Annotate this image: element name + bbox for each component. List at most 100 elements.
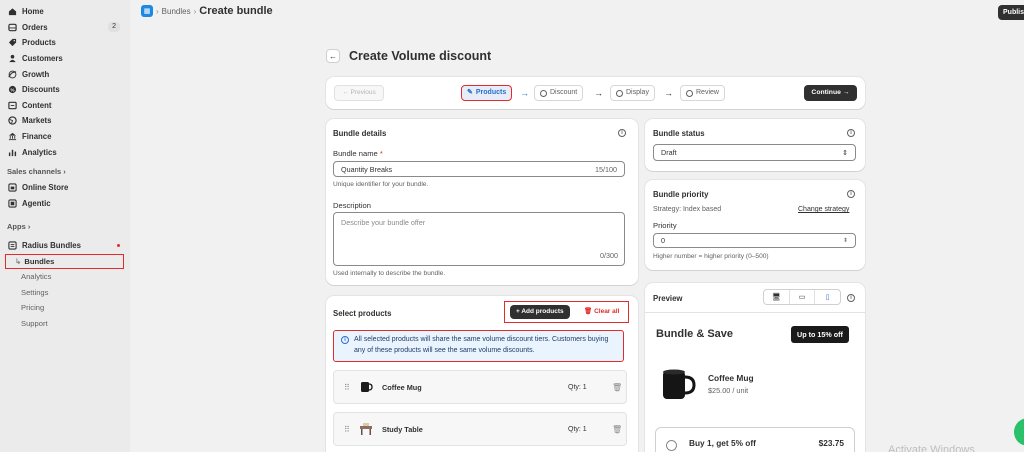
growth-icon xyxy=(7,69,17,79)
preview-product-price: $25.00 / unit xyxy=(708,386,749,395)
desktop-view-icon[interactable]: 🖥 xyxy=(764,290,790,304)
product-name: Coffee Mug xyxy=(382,382,422,392)
sidebar-item-online-store[interactable]: Online Store xyxy=(0,180,130,196)
description-help: Used internally to describe the bundle. xyxy=(333,270,446,277)
bundle-details-card: Bundle details i Bundle name * Quantity … xyxy=(326,119,638,285)
sidebar-item-radius-bundles[interactable]: Radius Bundles xyxy=(0,238,130,254)
publish-button[interactable]: Publis xyxy=(998,5,1024,20)
preview-discount-badge: Up to 15% off xyxy=(791,326,849,343)
stepper-arrows-icon[interactable]: ⬍ xyxy=(843,237,848,244)
sidebar-subitem-bundles[interactable]: ↳ Bundles xyxy=(5,253,124,269)
step-review[interactable]: Review xyxy=(680,85,725,101)
info-icon: i xyxy=(341,336,349,344)
sidebar-item-growth[interactable]: Growth xyxy=(0,66,130,82)
sidebar-item-discounts[interactable]: % Discounts xyxy=(0,82,130,98)
sidebar-item-content[interactable]: Content xyxy=(0,98,130,114)
apps-heading[interactable]: Apps › xyxy=(0,218,130,234)
step-arrow-icon: → xyxy=(520,88,529,98)
bundle-name-help: Unique identifier for your bundle. xyxy=(333,181,429,188)
radio-button[interactable] xyxy=(666,440,677,451)
chevron-right-icon: › xyxy=(63,167,66,177)
app-icon xyxy=(7,241,17,251)
sidebar-item-label: Analytics xyxy=(22,147,57,157)
clear-all-button[interactable]: 🗑 Clear all xyxy=(584,305,619,319)
sidebar-item-finance[interactable]: Finance xyxy=(0,129,130,145)
product-row[interactable]: ⠿ Coffee Mug Qty: 1 🗑 xyxy=(333,370,627,404)
sidebar-subitem-settings[interactable]: Settings xyxy=(0,284,130,300)
priority-input[interactable]: 0 ⬍ xyxy=(653,233,856,248)
info-icon[interactable]: i xyxy=(847,294,855,302)
sidebar-item-analytics[interactable]: Analytics xyxy=(0,144,130,160)
sidebar-item-label: Markets xyxy=(22,116,52,126)
pencil-icon: ✎ xyxy=(467,89,473,96)
sidebar-subitem-analytics[interactable]: Analytics xyxy=(0,269,130,285)
strategy-text: Strategy: Index based xyxy=(653,206,722,213)
bundle-name-input[interactable]: Quantity Breaks 15/100 xyxy=(333,161,625,177)
description-textarea[interactable]: Describe your bundle offer 0/300 xyxy=(333,212,625,266)
step-products[interactable]: ✎ Products xyxy=(461,85,513,101)
sidebar-subitem-support[interactable]: Support xyxy=(0,316,130,332)
bar-chart-icon xyxy=(7,147,17,157)
breadcrumb: ▦ › Bundles › Create bundle xyxy=(141,5,273,17)
trash-icon[interactable]: 🗑 xyxy=(612,383,622,392)
bundle-status-card: Bundle status i Draft ⇕ xyxy=(645,119,865,171)
product-row[interactable]: ⠿ Study Table Qty: 1 🗑 xyxy=(333,412,627,446)
content-icon xyxy=(7,100,17,110)
breadcrumb-bundles-link[interactable]: Bundles xyxy=(162,7,191,16)
drag-handle-icon[interactable]: ⠿ xyxy=(344,425,350,434)
sidebar-item-label: Growth xyxy=(22,69,50,79)
info-icon[interactable]: i xyxy=(618,129,626,137)
breadcrumb-separator: › xyxy=(193,6,197,16)
trash-icon: 🗑 xyxy=(584,308,593,315)
info-icon[interactable]: i xyxy=(847,190,855,198)
sidebar-subitem-pricing[interactable]: Pricing xyxy=(0,300,130,316)
sidebar-item-label: Home xyxy=(22,7,44,17)
sidebar-item-products[interactable]: Products xyxy=(0,35,130,51)
preview-tier-option[interactable]: Buy 1, get 5% off $23.75 xyxy=(655,427,855,452)
step-discount[interactable]: Discount xyxy=(534,85,584,101)
store-icon xyxy=(7,183,17,193)
tag-icon xyxy=(7,38,17,48)
sidebar-item-agentic[interactable]: Agentic xyxy=(0,196,130,212)
product-qty: Qty: 1 xyxy=(568,383,587,391)
agent-icon xyxy=(7,198,17,208)
tier-label: Buy 1, get 5% off xyxy=(689,438,756,448)
page-title-row: ← Create Volume discount xyxy=(326,49,491,63)
sidebar-item-label: Content xyxy=(22,100,52,110)
change-strategy-link[interactable]: Change strategy xyxy=(798,206,849,213)
circle-icon xyxy=(616,89,623,97)
preview-bundle-title: Bundle & Save xyxy=(656,328,734,340)
preview-coffee-mug-image xyxy=(663,369,696,399)
sidebar-item-markets[interactable]: Markets xyxy=(0,113,130,129)
step-display[interactable]: Display xyxy=(610,85,655,101)
info-icon[interactable]: i xyxy=(847,129,855,137)
sidebar-item-home[interactable]: Home xyxy=(0,4,130,20)
description-char-counter: 0/300 xyxy=(600,251,618,260)
sidebar-item-customers[interactable]: Customers xyxy=(0,51,130,67)
name-char-counter: 15/100 xyxy=(595,164,617,174)
previous-button[interactable]: ← Previous xyxy=(334,85,384,101)
app-logo-icon[interactable]: ▦ xyxy=(141,5,153,17)
stepper-card: ← Previous ✎ Products → Discount → Displ… xyxy=(326,77,865,109)
back-button[interactable]: ← xyxy=(326,49,340,63)
globe-icon xyxy=(7,116,17,126)
step-arrow-icon: → xyxy=(594,88,603,98)
bundle-priority-title: Bundle priority xyxy=(653,190,709,199)
priority-label: Priority xyxy=(653,221,677,230)
bundle-status-select[interactable]: Draft ⇕ xyxy=(653,144,856,161)
sidebar-item-orders[interactable]: Orders 2 xyxy=(0,20,130,36)
mobile-view-icon[interactable]: ▯ xyxy=(815,290,840,304)
sidebar-item-label: Orders xyxy=(22,22,48,32)
sales-channels-heading[interactable]: Sales channels › xyxy=(0,164,130,180)
select-chevron-icon: ⇕ xyxy=(842,149,848,157)
add-products-button[interactable]: + Add products xyxy=(510,305,570,319)
continue-button[interactable]: Continue → xyxy=(804,85,857,101)
trash-icon[interactable]: 🗑 xyxy=(612,425,622,434)
chevron-right-icon: › xyxy=(27,221,31,231)
bundle-priority-card: Bundle priority i Strategy: Index based … xyxy=(645,180,865,270)
tablet-view-icon[interactable]: ▭ xyxy=(790,290,816,304)
drag-handle-icon[interactable]: ⠿ xyxy=(344,383,350,392)
orders-count-badge: 2 xyxy=(108,22,120,33)
required-asterisk: * xyxy=(379,149,383,158)
product-name: Study Table xyxy=(382,424,423,434)
